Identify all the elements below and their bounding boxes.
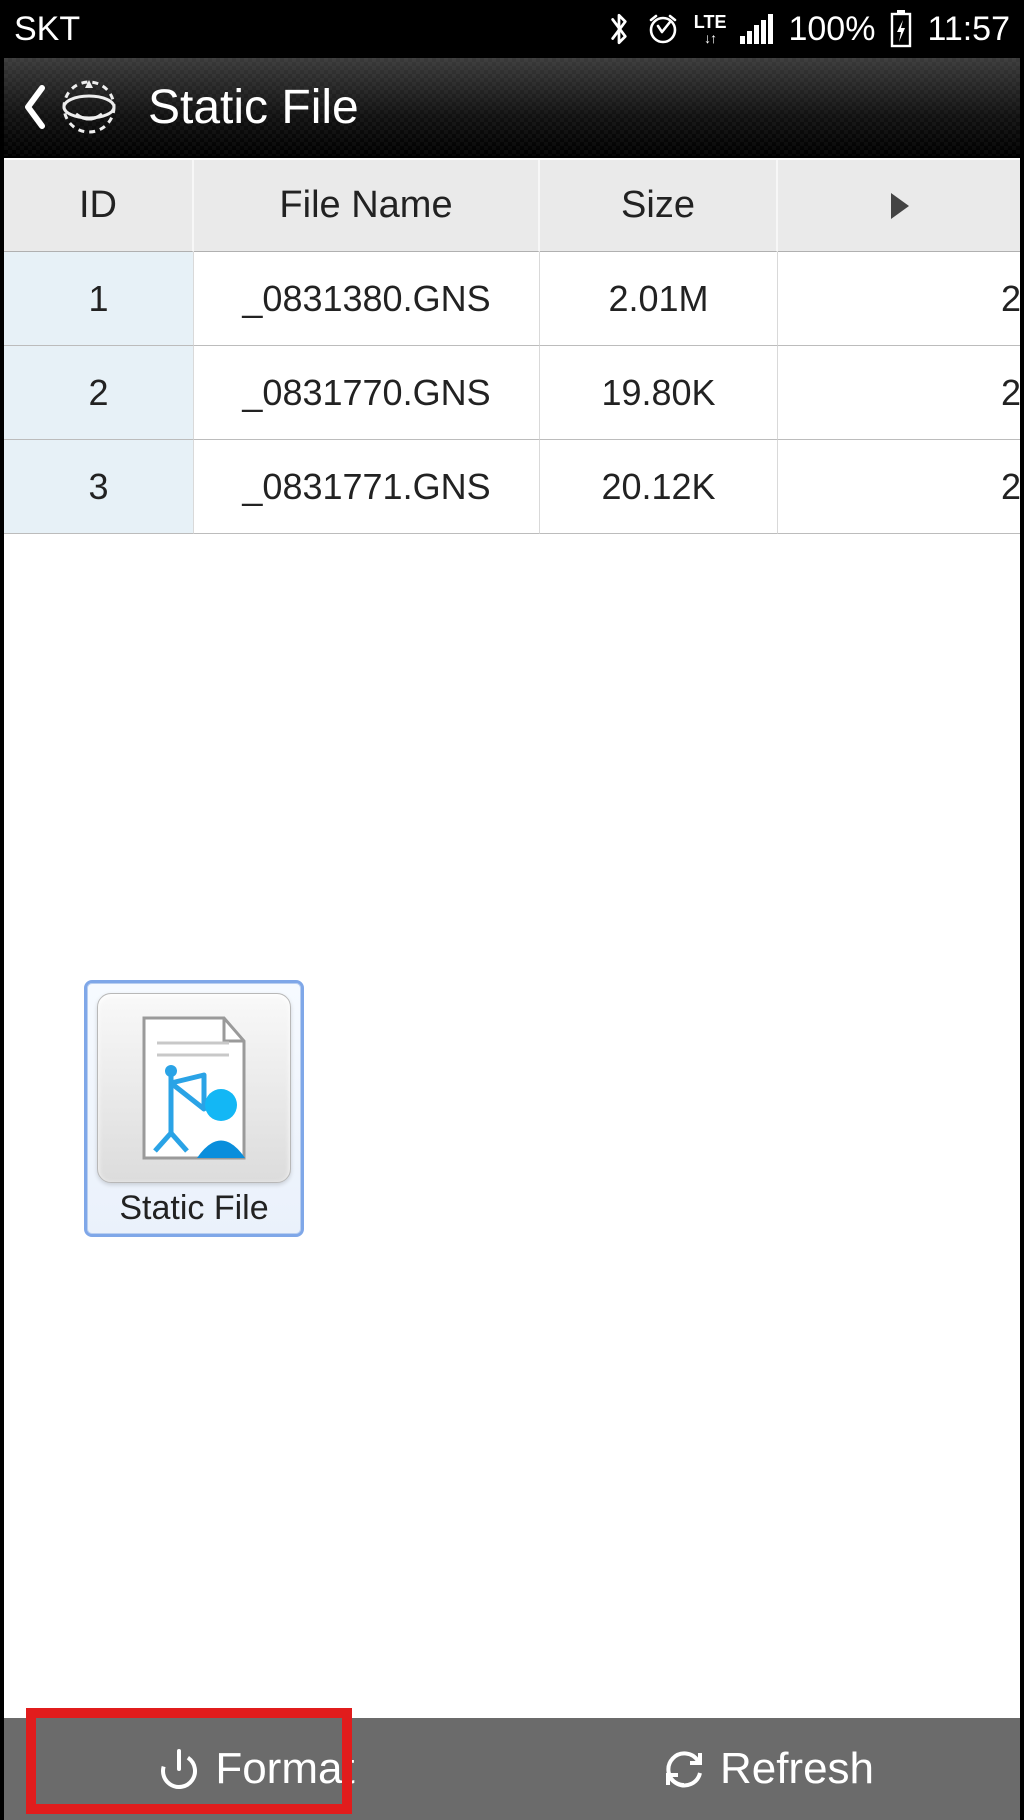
clock-time: 11:57	[927, 10, 1010, 49]
static-file-tile-label: Static File	[97, 1183, 291, 1228]
title-bar: Static File	[0, 58, 1024, 158]
cell-id: 2	[4, 346, 194, 440]
table-row[interactable]: 1 _0831380.GNS 2.01M 2	[4, 252, 1024, 346]
column-scroll-right[interactable]	[778, 160, 1024, 252]
carrier-label: SKT	[14, 10, 606, 49]
cell-id: 3	[4, 440, 194, 534]
globe-icon	[56, 74, 122, 140]
table-header-row: ID File Name Size	[4, 160, 1024, 252]
refresh-icon	[662, 1747, 706, 1791]
signal-icon	[740, 14, 774, 44]
cell-size: 2.01M	[540, 252, 778, 346]
cell-more: 2	[778, 440, 1024, 534]
page-title: Static File	[148, 80, 359, 135]
column-header-id[interactable]: ID	[4, 160, 194, 252]
bluetooth-icon	[606, 10, 632, 48]
back-button[interactable]	[20, 74, 122, 140]
frame-border	[0, 58, 4, 1820]
cell-id: 1	[4, 252, 194, 346]
cell-more: 2	[778, 346, 1024, 440]
table-row[interactable]: 2 _0831770.GNS 19.80K 2	[4, 346, 1024, 440]
column-header-size[interactable]: Size	[540, 160, 778, 252]
table-row[interactable]: 3 _0831771.GNS 20.12K 2	[4, 440, 1024, 534]
status-bar: SKT LTE ↓↑ 100%	[0, 0, 1024, 58]
chevron-left-icon	[20, 84, 48, 130]
network-lte-icon: LTE ↓↑	[694, 13, 727, 45]
battery-percent: 100%	[788, 10, 875, 49]
bottom-toolbar: Format Refresh	[0, 1718, 1024, 1820]
static-file-tile[interactable]: Static File	[84, 980, 304, 1237]
cell-size: 20.12K	[540, 440, 778, 534]
cell-size: 19.80K	[540, 346, 778, 440]
cell-name: _0831380.GNS	[194, 252, 540, 346]
cell-name: _0831770.GNS	[194, 346, 540, 440]
caret-right-icon	[887, 191, 913, 221]
cell-more: 2	[778, 252, 1024, 346]
cell-name: _0831771.GNS	[194, 440, 540, 534]
power-icon	[157, 1747, 201, 1791]
refresh-button[interactable]: Refresh	[512, 1718, 1024, 1820]
battery-charging-icon	[889, 10, 913, 48]
file-table: ID File Name Size 1 _0831380.GNS 2.01M 2…	[4, 160, 1024, 534]
column-header-filename[interactable]: File Name	[194, 160, 540, 252]
static-file-tile-icon	[97, 993, 291, 1183]
format-button[interactable]: Format	[0, 1718, 512, 1820]
alarm-icon	[646, 12, 680, 46]
format-label: Format	[215, 1744, 354, 1794]
document-person-icon	[129, 1013, 259, 1163]
refresh-label: Refresh	[720, 1744, 874, 1794]
frame-border	[1020, 58, 1024, 1820]
